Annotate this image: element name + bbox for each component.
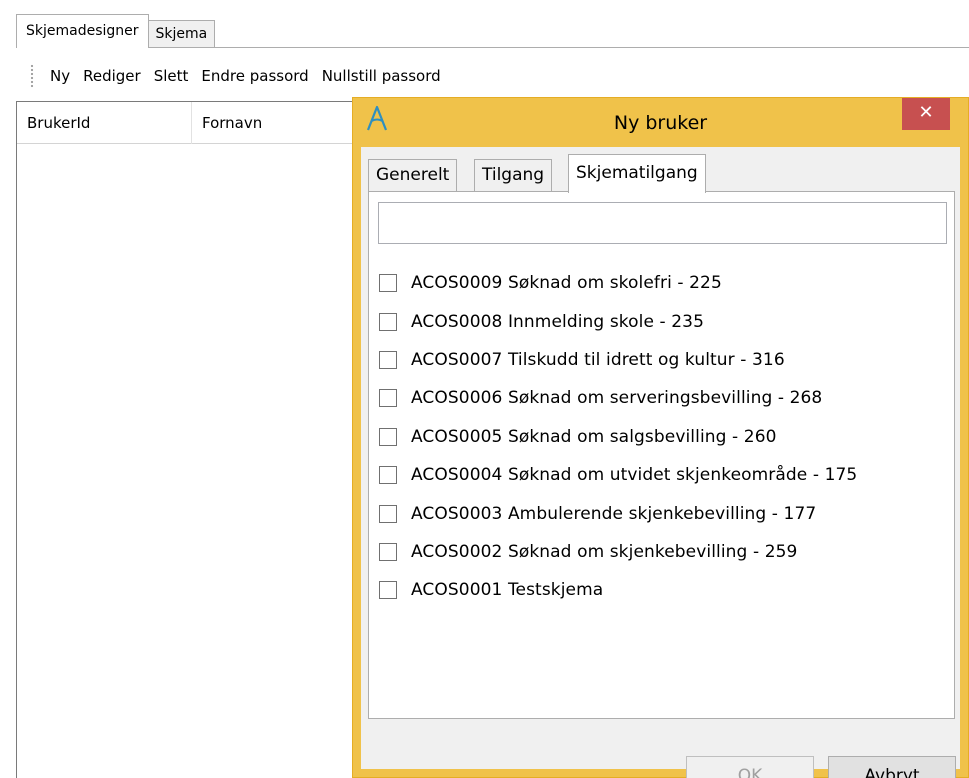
dialog-tabbar: Generelt Tilgang Skjematilgang: [368, 154, 960, 193]
ok-button[interactable]: OK: [686, 756, 814, 778]
checkbox[interactable]: [379, 350, 397, 369]
checkbox[interactable]: [379, 274, 397, 293]
main-tabstrip: Skjemadesigner Skjema: [0, 0, 969, 48]
tab-skjematilgang[interactable]: Skjematilgang: [568, 154, 706, 193]
list-item[interactable]: ACOS0004 Søknad om utvidet skjenkeområde…: [379, 456, 857, 494]
grip-icon[interactable]: [30, 64, 34, 88]
checkbox[interactable]: [379, 389, 397, 408]
list-item[interactable]: ACOS0007 Tilskudd til idrett og kultur -…: [379, 341, 857, 379]
checkbox[interactable]: [379, 312, 397, 331]
screen: Skjemadesigner Skjema Ny Rediger Slett E…: [0, 0, 969, 778]
list-item[interactable]: ACOS0002 Søknad om skjenkebevilling - 25…: [379, 533, 857, 571]
list-item[interactable]: ACOS0001 Testskjema: [379, 571, 857, 609]
checkbox-label: ACOS0006 Søknad om serveringsbevilling -…: [411, 388, 823, 409]
checkbox[interactable]: [379, 504, 397, 523]
list-item[interactable]: ACOS0008 Innmelding skole - 235: [379, 302, 857, 340]
edit-button[interactable]: Rediger: [83, 67, 141, 85]
new-user-dialog: Ny bruker ✕ Generelt Tilgang Skjematilga…: [352, 97, 969, 778]
dialog-title: Ny bruker: [613, 112, 708, 134]
list-item[interactable]: ACOS0006 Søknad om serveringsbevilling -…: [379, 379, 857, 417]
checkbox[interactable]: [379, 542, 397, 561]
tab-generelt[interactable]: Generelt: [368, 159, 458, 192]
checkbox[interactable]: [379, 581, 397, 600]
checkbox-label: ACOS0005 Søknad om salgsbevilling - 260: [411, 426, 777, 447]
tab-tilgang[interactable]: Tilgang: [474, 159, 553, 192]
checkbox[interactable]: [379, 427, 397, 446]
list-item[interactable]: ACOS0005 Søknad om salgsbevilling - 260: [379, 418, 857, 456]
checkbox-label: ACOS0008 Innmelding skole - 235: [411, 311, 704, 332]
column-header-brukerid[interactable]: BrukerId: [17, 102, 192, 144]
checkbox-label: ACOS0009 Søknad om skolefri - 225: [411, 273, 722, 294]
tab-baseline: [16, 47, 969, 48]
checkbox-label: ACOS0004 Søknad om utvidet skjenkeområde…: [411, 465, 858, 486]
checkbox-label: ACOS0001 Testskjema: [411, 580, 604, 601]
list-item[interactable]: ACOS0009 Søknad om skolefri - 225: [379, 264, 857, 302]
checkbox[interactable]: [379, 466, 397, 485]
form-checkbox-list: ACOS0009 Søknad om skolefri - 225 ACOS00…: [379, 264, 857, 610]
tab-skjemadesigner[interactable]: Skjemadesigner: [16, 14, 149, 48]
close-icon: ✕: [918, 102, 934, 123]
tab-skjema[interactable]: Skjema: [147, 20, 216, 48]
checkbox-label: ACOS0007 Tilskudd til idrett og kultur -…: [411, 349, 785, 370]
column-header-fornavn[interactable]: Fornavn: [192, 102, 367, 144]
dialog-client-area: Generelt Tilgang Skjematilgang ACOS0009 …: [361, 147, 960, 778]
checkbox-label: ACOS0002 Søknad om skjenkebevilling - 25…: [411, 541, 798, 562]
skjematilgang-panel: ACOS0009 Søknad om skolefri - 225 ACOS00…: [368, 191, 955, 719]
dialog-title-bar[interactable]: Ny bruker ✕: [353, 98, 968, 140]
reset-password-button[interactable]: Nullstill passord: [322, 67, 441, 85]
new-button[interactable]: Ny: [50, 67, 70, 85]
main-tab-row: Skjemadesigner Skjema: [16, 12, 216, 48]
filter-input[interactable]: [378, 202, 947, 244]
list-item[interactable]: ACOS0003 Ambulerende skjenkebevilling - …: [379, 494, 857, 532]
checkbox-label: ACOS0003 Ambulerende skjenkebevilling - …: [411, 503, 817, 524]
user-toolbar: Ny Rediger Slett Endre passord Nullstill…: [16, 56, 969, 96]
cancel-button[interactable]: Avbryt: [828, 756, 956, 778]
change-password-button[interactable]: Endre passord: [201, 67, 308, 85]
delete-button[interactable]: Slett: [154, 67, 189, 85]
close-button[interactable]: ✕: [902, 98, 950, 130]
